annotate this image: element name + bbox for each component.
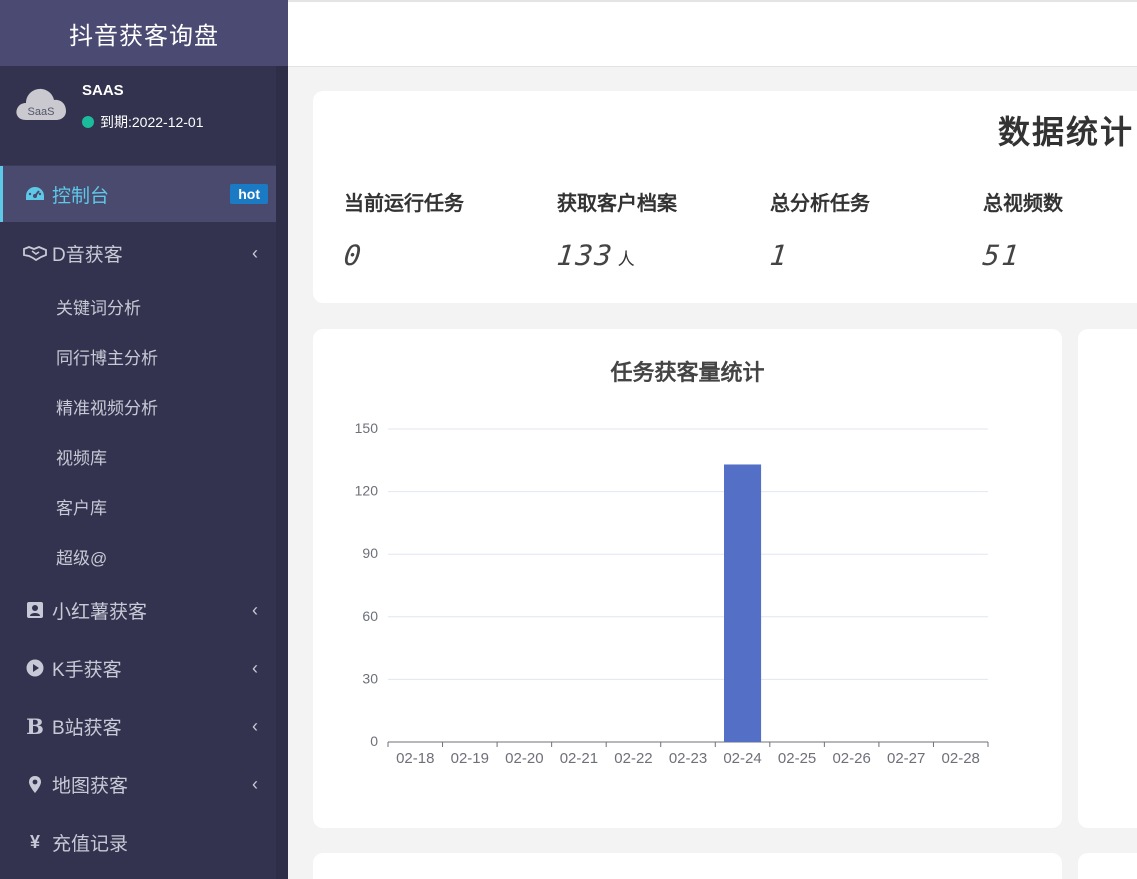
- user-panel: SaaS SAAS 到期:2022-12-01: [0, 66, 288, 166]
- y-tick-label: 90: [362, 545, 378, 561]
- bottom-card: [313, 853, 1062, 879]
- sidebar-item-label: 充值记录: [52, 833, 129, 855]
- sidebar-item-bilibili[interactable]: B B站获客 ‹: [0, 698, 276, 754]
- handshake-icon: [22, 245, 48, 261]
- stats-card: 数据统计 当前运行任务 0 获取客户档案 133 人 总分析任务 1 总视频数 …: [313, 91, 1137, 303]
- x-tick-label: 02-23: [669, 750, 707, 767]
- stat-total-videos: 总视频数 51: [981, 187, 1137, 272]
- sidebar-scrollbar[interactable]: [276, 66, 288, 879]
- sidebar-subitem-peer-blogger-analysis[interactable]: 同行博主分析: [56, 344, 158, 369]
- bottom-card-right: [1078, 853, 1137, 879]
- sidebar-subitem-keyword-analysis[interactable]: 关键词分析: [56, 294, 141, 319]
- contact-card-icon: [22, 601, 48, 619]
- stat-label: 当前运行任务: [344, 193, 464, 215]
- sidebar-item-label: 小红薯获客: [52, 601, 148, 623]
- x-tick-label: 02-21: [560, 750, 598, 767]
- chevron-left-icon: ‹: [252, 773, 258, 794]
- bar-chart: 0 30 60 90 120 150 02-18 02-19 02-20 02-21 02-22 02…: [355, 420, 989, 767]
- stat-value: 133 人: [555, 239, 635, 272]
- chevron-left-icon: ‹: [252, 715, 258, 736]
- sidebar-item-label: B站获客: [52, 717, 122, 739]
- x-tick-label: 02-24: [723, 750, 761, 767]
- sidebar-subitem-super-at[interactable]: 超级@: [56, 544, 107, 569]
- stat-value: 1: [768, 239, 793, 272]
- stat-number: 0: [342, 239, 365, 272]
- expire-date: 到期:2022-12-01: [100, 114, 204, 130]
- x-tick-label: 02-28: [942, 750, 980, 767]
- top-bar: [288, 0, 1137, 67]
- avatar-text: SaaS: [28, 106, 55, 118]
- x-tick-label: 02-20: [505, 750, 543, 767]
- user-name: SAAS: [82, 82, 124, 99]
- bold-b-icon: B: [26, 713, 44, 739]
- chart-card: 任务获客量统计 0 30 60 90 120 150 02-18 02-19 02-20 02-2…: [313, 329, 1062, 828]
- user-expire: 到期:2022-12-01: [82, 112, 204, 132]
- stat-running-tasks: 当前运行任务 0: [342, 187, 544, 272]
- cloud-icon: SaaS: [16, 88, 66, 120]
- stat-value: 0: [342, 239, 367, 272]
- status-dot: [82, 116, 94, 128]
- bar: [724, 464, 762, 742]
- yen-icon: ¥: [29, 831, 40, 852]
- sidebar-subitem-precise-video-analysis[interactable]: 精准视频分析: [56, 394, 158, 419]
- sidebar-item-recharge[interactable]: ¥ 充值记录: [0, 814, 276, 870]
- y-tick-label: 150: [355, 420, 379, 436]
- stat-number: 133: [555, 239, 616, 272]
- y-tick-label: 0: [370, 733, 378, 749]
- stat-number: 1: [768, 239, 791, 272]
- chevron-left-icon: ‹: [252, 242, 258, 263]
- sidebar-item-douyin[interactable]: D音获客 ‹: [0, 225, 276, 281]
- x-tick-label: 02-18: [396, 750, 434, 767]
- sidebar-subitem-customer-library[interactable]: 客户库: [56, 494, 107, 519]
- map-marker-icon: [22, 775, 48, 794]
- sidebar: 抖音获客询盘 SaaS SAAS 到期:2022-12-01 控制台 hot D…: [0, 0, 288, 879]
- sidebar-item-label: 地图获客: [52, 775, 129, 797]
- play-circle-icon: [22, 659, 48, 677]
- chevron-left-icon: ‹: [252, 599, 258, 620]
- sidebar-subitem-video-library[interactable]: 视频库: [56, 444, 107, 469]
- sidebar-item-label: K手获客: [52, 659, 122, 681]
- sidebar-item-map[interactable]: 地图获客 ‹: [0, 756, 276, 812]
- y-tick-label: 120: [355, 483, 379, 499]
- x-tick-label: 02-26: [832, 750, 870, 767]
- sidebar-item-xiaohongshu[interactable]: 小红薯获客 ‹: [0, 582, 276, 638]
- x-tick-label: 02-19: [451, 750, 489, 767]
- stat-number: 51: [981, 239, 1023, 272]
- y-tick-label: 30: [362, 670, 378, 686]
- stat-total-analysis-tasks: 总分析任务 1: [768, 187, 970, 272]
- x-tick-label: 02-22: [614, 750, 652, 767]
- sidebar-item-kuaishou[interactable]: K手获客 ‹: [0, 640, 276, 696]
- x-tick-label: 02-25: [778, 750, 816, 767]
- avatar[interactable]: SaaS: [14, 84, 68, 129]
- stat-unit: 人: [617, 250, 635, 269]
- hot-badge: hot: [230, 184, 268, 204]
- stat-label: 获取客户档案: [557, 193, 677, 215]
- stats-title: 数据统计: [998, 114, 1135, 150]
- stat-customer-profiles: 获取客户档案 133 人: [555, 187, 757, 272]
- brand-title[interactable]: 抖音获客询盘: [0, 0, 288, 66]
- x-tick-label: 02-27: [887, 750, 925, 767]
- side-card: [1078, 329, 1137, 828]
- dashboard-icon: [22, 185, 48, 203]
- sidebar-item-dashboard[interactable]: 控制台 hot: [0, 166, 276, 222]
- sidebar-item-label: D音获客: [52, 244, 123, 266]
- y-tick-label: 60: [362, 608, 378, 624]
- chevron-left-icon: ‹: [252, 657, 258, 678]
- stat-label: 总分析任务: [770, 193, 870, 215]
- stat-label: 总视频数: [983, 193, 1063, 215]
- stat-value: 51: [981, 239, 1025, 272]
- sidebar-item-label: 控制台: [52, 185, 110, 207]
